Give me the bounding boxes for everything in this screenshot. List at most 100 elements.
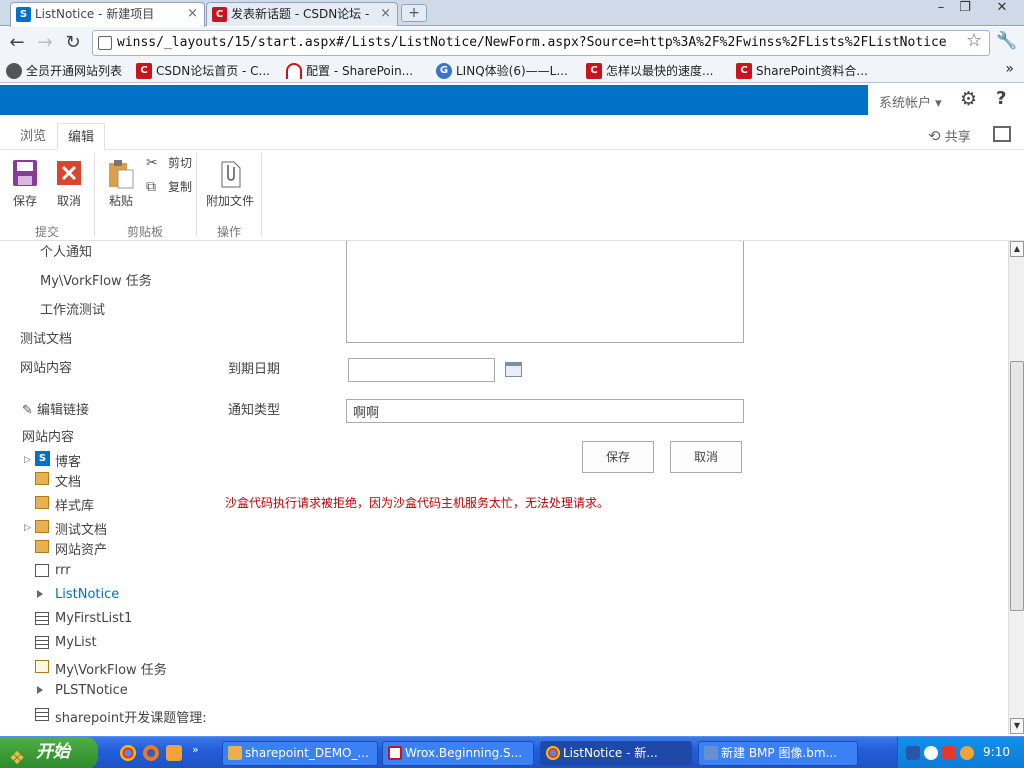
scroll-thumb[interactable]	[1010, 361, 1024, 611]
tree-item-myfirstlist1[interactable]: MyFirstList1	[35, 611, 132, 626]
new-tab-button[interactable]: +	[401, 4, 427, 22]
scissors-icon: ✂	[146, 155, 158, 171]
tree-item-workflow-tasks[interactable]: My\VorkFlow 任务	[35, 659, 167, 678]
tab-csdn[interactable]: C 发表新话题 - CSDN论坛 - ×	[206, 2, 398, 26]
taskbar-task-active[interactable]: ListNotice - 新...	[540, 741, 692, 766]
security-icon[interactable]	[942, 746, 956, 760]
user-menu[interactable]: 系统帐户 ▾	[879, 92, 942, 111]
nav-link-test-docs[interactable]: 测试文档	[20, 328, 72, 347]
close-window-button[interactable]: ✕	[984, 0, 1020, 18]
taskbar-task[interactable]: sharepoint_DEMO_...	[222, 741, 378, 766]
group-label-clipboard: 剪贴板	[126, 225, 163, 239]
scroll-up-icon[interactable]: ▲	[1010, 241, 1024, 257]
page-scrollbar[interactable]: ▲ ▼	[1008, 241, 1024, 734]
tree-item-site-assets[interactable]: 网站资产	[35, 539, 107, 558]
tree-item-listnotice[interactable]: ListNotice	[35, 587, 119, 602]
bookmark-item[interactable]: 配置 - SharePoin...	[286, 62, 413, 80]
copy-button[interactable]: ⧉ 复制	[146, 179, 192, 195]
tree-item-test-docs[interactable]: 测试文档	[35, 519, 107, 538]
library-icon	[35, 520, 49, 533]
copy-icon: ⧉	[146, 179, 156, 195]
form-save-button[interactable]: 保存	[582, 441, 654, 473]
nav-link[interactable]: My\VorkFlow 任务	[40, 270, 152, 289]
tree-item-rrr[interactable]: rrr	[35, 563, 71, 578]
tree-item-style-library[interactable]: 样式库	[35, 495, 94, 514]
forward-icon[interactable]: →	[34, 32, 56, 54]
tree-item-sharepoint-topics[interactable]: sharepoint开发课题管理:	[35, 707, 207, 726]
bookmark-item[interactable]: G LINQ体验(6)——L...	[436, 62, 568, 80]
save-button[interactable]: 保存	[8, 159, 42, 209]
cut-button[interactable]: ✂ 剪切	[146, 155, 192, 171]
system-tray: 9:10	[897, 737, 1024, 768]
tree-item-documents[interactable]: 文档	[35, 471, 81, 490]
share-label: 共享	[944, 130, 971, 145]
tab-edit[interactable]: 编辑	[57, 123, 106, 150]
taskbar-task[interactable]: 新建 BMP 图像.bm...	[698, 741, 858, 766]
paste-button[interactable]: 粘贴	[104, 159, 138, 209]
task-label: 新建 BMP 图像.bm...	[721, 746, 838, 760]
back-icon[interactable]: ←	[6, 32, 28, 54]
gear-icon[interactable]: ⚙	[960, 88, 977, 110]
notice-type-input[interactable]	[346, 399, 744, 423]
tree-item-mylist[interactable]: MyList	[35, 635, 97, 650]
task-label: Wrox.Beginning.S...	[405, 746, 523, 760]
paint-icon	[704, 746, 718, 760]
nav-link-site-contents[interactable]: 网站内容	[20, 357, 72, 376]
chrome-icon	[546, 746, 560, 760]
tree-item-plstnotice[interactable]: PLSTNotice	[35, 683, 128, 698]
focus-on-content-icon[interactable]	[993, 126, 1011, 142]
due-date-input[interactable]	[348, 358, 495, 382]
close-tab-icon[interactable]: ×	[380, 3, 391, 25]
wrench-icon[interactable]: 🔧	[996, 31, 1017, 51]
nav-link[interactable]: 个人通知	[40, 241, 92, 260]
bookmark-label: 怎样以最快的速度...	[606, 64, 714, 78]
firefox-icon[interactable]	[143, 745, 159, 761]
expand-icon[interactable]: ▷	[24, 455, 31, 465]
attach-file-button[interactable]: 附加文件	[202, 159, 258, 209]
share-button[interactable]: ⟲ 共享	[928, 126, 971, 145]
group-divider	[261, 153, 262, 237]
tree-item-label: MyList	[55, 635, 97, 650]
tree-item-label: sharepoint开发课题管理:	[55, 711, 207, 726]
qq-icon[interactable]	[166, 745, 182, 761]
start-button[interactable]: ❖ 开始	[0, 737, 98, 768]
tree-item-label: 博客	[55, 455, 82, 470]
bookmark-item[interactable]: C SharePoint资料合...	[736, 62, 868, 80]
bookmark-item[interactable]: C 怎样以最快的速度...	[586, 62, 713, 80]
tab-browse[interactable]: 浏览	[10, 123, 56, 150]
tab-listnotice[interactable]: S ListNotice - 新建项目 ×	[10, 2, 205, 27]
tab-title: 发表新话题 - CSDN论坛 -	[231, 7, 370, 21]
scroll-down-icon[interactable]: ▼	[1010, 718, 1024, 734]
help-icon[interactable]: ?	[996, 88, 1006, 109]
chrome-icon[interactable]	[120, 745, 136, 761]
expand-icon[interactable]: ▷	[24, 523, 31, 533]
tree-item-blog[interactable]: S 博客	[35, 451, 81, 470]
paperclip-icon	[221, 161, 241, 188]
taskbar: ❖ 开始 » sharepoint_DEMO_... Wrox.Beginnin…	[0, 736, 1024, 768]
back-arrow-icon[interactable]	[924, 746, 938, 760]
reload-icon[interactable]: ↻	[62, 32, 84, 54]
more-quicklaunch-icon[interactable]: »	[192, 743, 199, 756]
more-bookmarks-icon[interactable]: »	[1005, 61, 1014, 77]
edit-links-button[interactable]: ✎ 编辑链接	[22, 399, 89, 418]
address-bar[interactable]: winss/_layouts/15/start.aspx#/Lists/List…	[92, 30, 990, 56]
taskbar-task[interactable]: Wrox.Beginning.S...	[382, 741, 534, 766]
nav-link[interactable]: 工作流测试	[40, 299, 105, 318]
cancel-button[interactable]: 取消	[52, 159, 86, 209]
bookmark-item[interactable]: C CSDN论坛首页 - C...	[136, 62, 270, 80]
restore-button[interactable]: ❐	[950, 0, 980, 18]
notice-type-label: 通知类型	[228, 403, 281, 418]
close-tab-icon[interactable]: ×	[187, 3, 198, 25]
bookmark-star-icon[interactable]: ☆	[966, 30, 982, 51]
site-contents-heading[interactable]: 网站内容	[22, 426, 74, 445]
bookmark-item[interactable]: 全员开通网站列表	[6, 62, 122, 80]
paste-icon	[109, 160, 134, 189]
picture-library-icon	[35, 564, 49, 577]
qq-tray-icon[interactable]	[960, 746, 974, 760]
cancel-icon	[57, 161, 81, 185]
ime-icon[interactable]	[906, 746, 920, 760]
calendar-icon[interactable]	[505, 362, 522, 377]
body-textarea[interactable]	[346, 241, 744, 343]
form-cancel-button[interactable]: 取消	[670, 441, 742, 473]
csdn-icon: C	[136, 63, 152, 79]
